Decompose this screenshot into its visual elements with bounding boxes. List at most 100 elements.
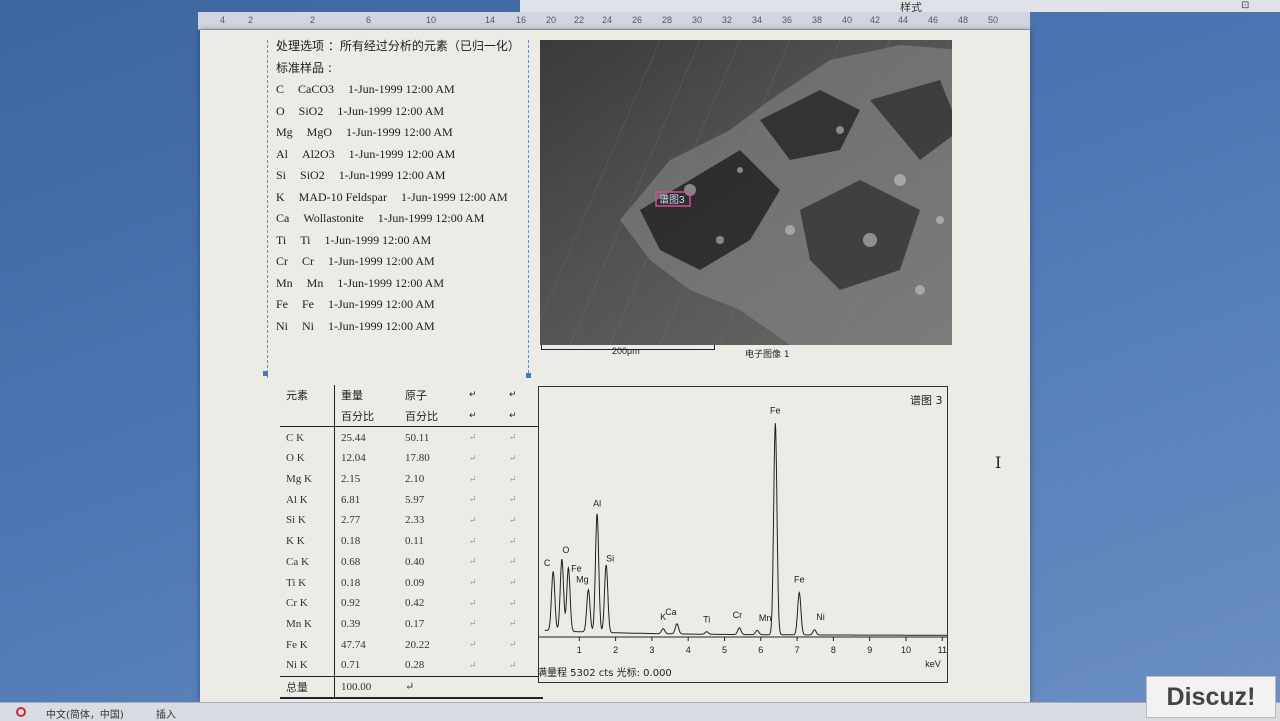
ruler-tick: 50 (988, 15, 999, 25)
cell-mark (503, 675, 543, 700)
ruler-tick: 14 (485, 15, 496, 25)
table-row: C K 25.44 50.11 ↵ ↵ (280, 426, 543, 449)
cell-mark: ↵ (509, 556, 517, 567)
status-error-icon[interactable] (16, 707, 26, 717)
ruler-tick: 30 (692, 15, 703, 25)
standard-compound: Ti (300, 232, 311, 247)
scale-bar-label: 200μm (612, 346, 640, 356)
cell-weight: 0.92 (341, 597, 361, 610)
standard-date: 1-Jun-1999 12:00 AM (337, 275, 445, 290)
x-tick-label: 4 (686, 645, 691, 655)
spectrum-footer: 满量程 5302 cts 光标: 0.000 (537, 668, 672, 679)
ruler-tick: 36 (782, 15, 793, 25)
text-frame-left-border (267, 40, 268, 378)
cell-element: Ca K (280, 551, 335, 573)
x-tick-label: 1 (577, 645, 582, 655)
cell-mark: ↵ (509, 577, 517, 588)
standard-compound: Ni (302, 318, 314, 333)
cell-element: C K (280, 426, 335, 449)
cell-mark: ↵ (503, 405, 543, 428)
standard-compound: MAD-10 Feldspar (298, 189, 387, 204)
peak-label: Mg (576, 575, 589, 585)
cell-total-value: 100.00 (334, 675, 399, 700)
standard-date: 1-Jun-1999 12:00 AM (328, 318, 435, 333)
standard-compound: MgO (306, 125, 333, 139)
eds-spectrum-chart[interactable]: 1 2 3 4 5 6 7 8 9 10 11 keV C O Fe Mg Al Si K Ca Ti Cr Mn Fe Fe N… (538, 386, 948, 683)
x-tick-label: 9 (867, 645, 872, 655)
cell-element: Cr K (280, 592, 335, 614)
standard-date: 1-Jun-1999 12:00 AM (348, 82, 455, 96)
cell-mark: ↵ (469, 494, 477, 505)
peak-label: O (562, 545, 569, 555)
table-row: Al K 6.81 5.97 ↵ ↵ (280, 489, 543, 511)
cell-atomic: 0.17 (405, 617, 425, 630)
standard-compound: SiO2 (300, 168, 325, 182)
header-weight-sub: 百分比 (334, 405, 399, 428)
cell-element: O K (280, 448, 335, 469)
processing-options-line: 处理选项 ：所有经过分析的元素（已归一化） (276, 39, 520, 53)
standard-line: Al Al2O3 1-Jun-1999 12:00 AM (276, 144, 526, 166)
cell-mark: ↵ (509, 535, 517, 546)
insert-mode-indicator[interactable]: 插入 (156, 706, 176, 721)
cell-total-label: 总量 (280, 675, 335, 700)
peak-label: Fe (770, 405, 781, 415)
peak-label: C (544, 558, 551, 568)
standard-element: O (276, 103, 285, 118)
table-header-row: 元素 重量 原子 ↵ ↵ (280, 385, 543, 406)
horizontal-ruler[interactable]: 4 2 2 6 10 14 16 20 22 24 26 28 30 32 34 36 38 40 42 44 46 48… (198, 12, 1030, 30)
table-row: Fe K 47.74 20.22 ↵ ↵ (280, 634, 543, 655)
ruler-tick: 6 (366, 15, 372, 25)
peak-label: Fe (571, 564, 582, 574)
table-row: Mg K 2.15 2.10 ↵ ↵ (280, 468, 543, 490)
standard-element: Mn (276, 275, 293, 290)
cell-atomic: 2.10 (405, 473, 425, 486)
standard-date: 1-Jun-1999 12:00 AM (337, 103, 445, 118)
cell-atomic: 50.11 (405, 431, 430, 444)
standard-compound: Fe (302, 297, 314, 311)
table-header-row-2: 百分比 百分比 ↵ ↵ (280, 405, 543, 428)
cell-mark (463, 675, 503, 700)
cell-weight: 2.77 (341, 514, 361, 527)
standards-text-block[interactable]: 处理选项 ：所有经过分析的元素（已归一化） 标准样品 : C CaCO3 1-Jun… (276, 36, 526, 337)
frame-handle-left[interactable] (263, 371, 268, 376)
standard-date: 1-Jun-1999 12:00 AM (328, 297, 435, 311)
ruler-tick: 26 (632, 15, 643, 25)
ruler-tick: 4 (220, 15, 226, 25)
peak-label: Cr (733, 610, 743, 620)
cell-weight: 0.71 (341, 659, 361, 672)
cell-mark: ↵ (509, 432, 517, 443)
ruler-tick: 46 (928, 15, 939, 25)
header-atomic-sub: 百分比 (399, 405, 463, 428)
cell-mark: ↵ (469, 597, 477, 608)
cell-mark: ↵ (469, 659, 477, 670)
standard-compound: Wollastonite (303, 211, 364, 225)
composition-table: 元素 重量 原子 ↵ ↵ 百分比 百分比 ↵ ↵ C K 25.44 50.11 ↵ ↵… (280, 385, 543, 700)
dialog-launcher-icon[interactable]: ⊡ (1241, 0, 1249, 11)
standard-date: 1-Jun-1999 12:00 AM (348, 146, 456, 161)
cell-mark: ↵ (399, 675, 463, 700)
sem-electron-image[interactable]: 谱图3 (540, 40, 962, 345)
standard-compound: SiO2 (298, 103, 324, 118)
table-row: Ca K 0.68 0.40 ↵ ↵ (280, 551, 543, 573)
ruler-tick: 2 (248, 15, 254, 25)
text-frame-right-border (528, 40, 529, 378)
standards-heading: 标准样品 : (276, 60, 332, 75)
cell-mark: ↵ (509, 452, 517, 463)
x-tick-label: 3 (649, 645, 654, 655)
frame-handle-right[interactable] (526, 373, 531, 378)
table-row: Si K 2.77 2.33 ↵ ↵ (280, 510, 543, 531)
peak-label: Ca (665, 607, 677, 617)
standard-date: 1-Jun-1999 12:00 AM (338, 168, 446, 182)
ruler-tick: 40 (842, 15, 853, 25)
cell-atomic: 17.80 (405, 452, 430, 465)
x-tick-label: 2 (613, 645, 618, 655)
cell-weight: 0.68 (341, 555, 361, 568)
ruler-tick: 34 (752, 15, 763, 25)
standard-line: Si SiO2 1-Jun-1999 12:00 AM (276, 165, 526, 187)
cell-atomic: 0.09 (405, 576, 425, 589)
standard-element: Mg (276, 125, 293, 139)
language-indicator[interactable]: 中文(简体，中国) (46, 706, 124, 721)
cell-mark: ↵ (509, 390, 517, 401)
standard-element: Ca (276, 211, 290, 225)
header-atomic: 原子 (405, 389, 427, 403)
